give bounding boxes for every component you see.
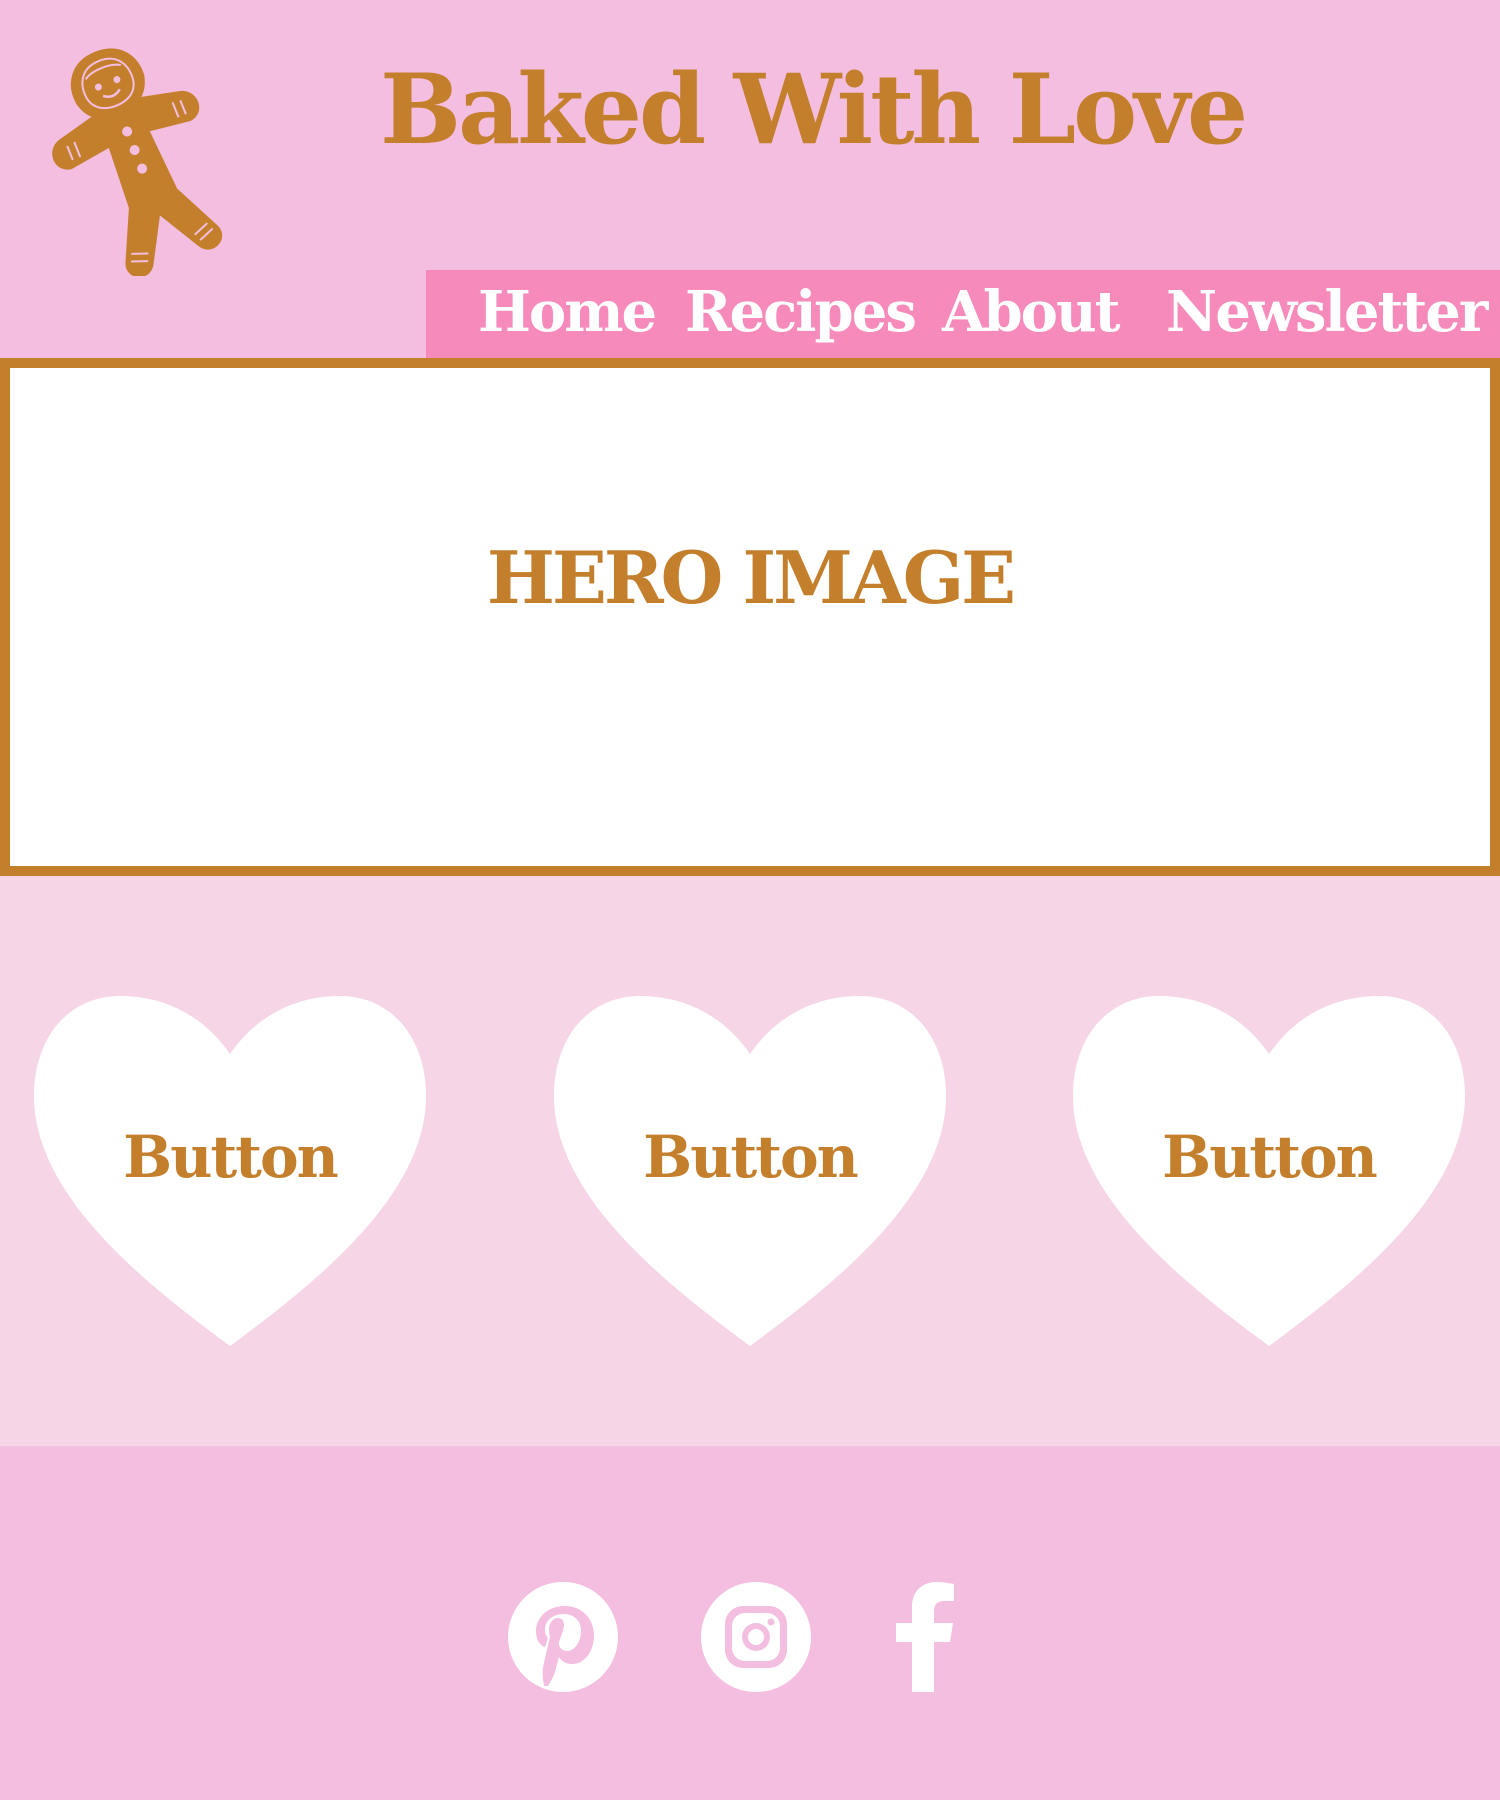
facebook-icon[interactable]	[894, 1582, 956, 1696]
nav-item-home[interactable]: Home	[478, 281, 657, 344]
site-header: Baked With Love Home Recipes About Newsl…	[0, 0, 1500, 358]
instagram-icon[interactable]	[701, 1582, 811, 1696]
button-label: Button	[123, 1123, 339, 1191]
site-title: Baked With Love	[380, 53, 1248, 166]
heart-button-2[interactable]: Button	[554, 996, 946, 1346]
pinterest-icon[interactable]	[508, 1582, 618, 1696]
buttons-section: Button Button Button	[0, 876, 1500, 1446]
button-label: Button	[643, 1123, 859, 1191]
hero-label: HERO IMAGE	[486, 535, 1016, 620]
button-label: Button	[1162, 1123, 1378, 1191]
hero-image: HERO IMAGE	[0, 358, 1500, 876]
nav-item-recipes[interactable]: Recipes	[685, 281, 917, 344]
heart-button-3[interactable]: Button	[1073, 996, 1465, 1346]
gingerbread-man-icon[interactable]	[30, 26, 240, 278]
main-nav: Home Recipes About Newsletter	[426, 270, 1500, 358]
heart-button-1[interactable]: Button	[34, 996, 426, 1346]
site-footer	[0, 1446, 1500, 1800]
nav-item-newsletter[interactable]: Newsletter	[1166, 281, 1488, 344]
nav-item-about[interactable]: About	[942, 281, 1121, 344]
